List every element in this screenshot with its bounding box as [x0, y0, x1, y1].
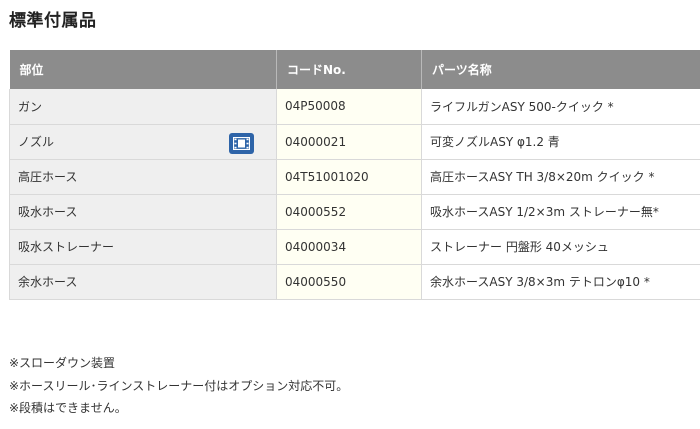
table-row: 高圧ホース 04T51001020 高圧ホースASY TH 3/8×20m クイ… [9, 159, 700, 195]
code-cell: 04000552 [276, 194, 422, 230]
name-cell: 高圧ホースASY TH 3/8×20m クイック * [421, 159, 700, 195]
code-cell: 04000034 [276, 229, 422, 265]
table-row: 吸水ホース 04000552 吸水ホースASY 1/2×3m ストレーナー無* [9, 194, 700, 230]
page-title: 標準付属品 [9, 11, 97, 31]
table-row: ガン 04P50008 ライフルガンASY 500-クイック * [9, 89, 700, 125]
header-name: パーツ名称 [421, 50, 700, 89]
code-cell: 04P50008 [276, 89, 422, 125]
note-slowdown: ※スローダウン装置 [9, 356, 116, 370]
note-option: ※ホースリール･ラインストレーナー付はオプション対応不可。 [9, 378, 349, 393]
name-cell: 可変ノズルASY φ1.2 青 [421, 124, 700, 160]
part-cell: 余水ホース [9, 264, 277, 300]
header-part: 部位 [9, 50, 277, 89]
header-code: コードNo. [276, 50, 422, 89]
notes: ※スローダウン装置 ※ホースリール･ラインストレーナー付はオプション対応不可。 … [9, 352, 348, 420]
part-cell: 高圧ホース [9, 159, 277, 195]
note-stacking: ※段積はできません。 [9, 401, 127, 415]
part-cell: ノズル [9, 124, 277, 160]
code-cell: 04000550 [276, 264, 422, 300]
name-cell: 吸水ホースASY 1/2×3m ストレーナー無* [421, 194, 700, 230]
table-header-row: 部位 コードNo. パーツ名称 [9, 50, 700, 89]
video-film-icon[interactable] [229, 132, 254, 154]
name-cell: ライフルガンASY 500-クイック * [421, 89, 700, 125]
part-label: ノズル [18, 135, 55, 149]
film-strip-glyph [233, 136, 250, 150]
part-cell: 吸水ストレーナー [9, 229, 277, 265]
name-cell: ストレーナー 円盤形 40メッシュ [421, 229, 700, 265]
name-cell: 余水ホースASY 3/8×3m テトロンφ10 * [421, 264, 700, 300]
accessories-table: 部位 コードNo. パーツ名称 ガン 04P50008 ライフルガンASY 50… [9, 50, 700, 300]
part-cell: 吸水ホース [9, 194, 277, 230]
part-cell: ガン [9, 89, 277, 125]
code-cell: 04T51001020 [276, 159, 422, 195]
code-cell: 04000021 [276, 124, 422, 160]
table-row: 吸水ストレーナー 04000034 ストレーナー 円盤形 40メッシュ [9, 229, 700, 265]
table-row: ノズル 04000021 可変ノズルASY φ1.2 青 [9, 124, 700, 160]
table-row: 余水ホース 04000550 余水ホースASY 3/8×3m テトロンφ10 * [9, 264, 700, 300]
